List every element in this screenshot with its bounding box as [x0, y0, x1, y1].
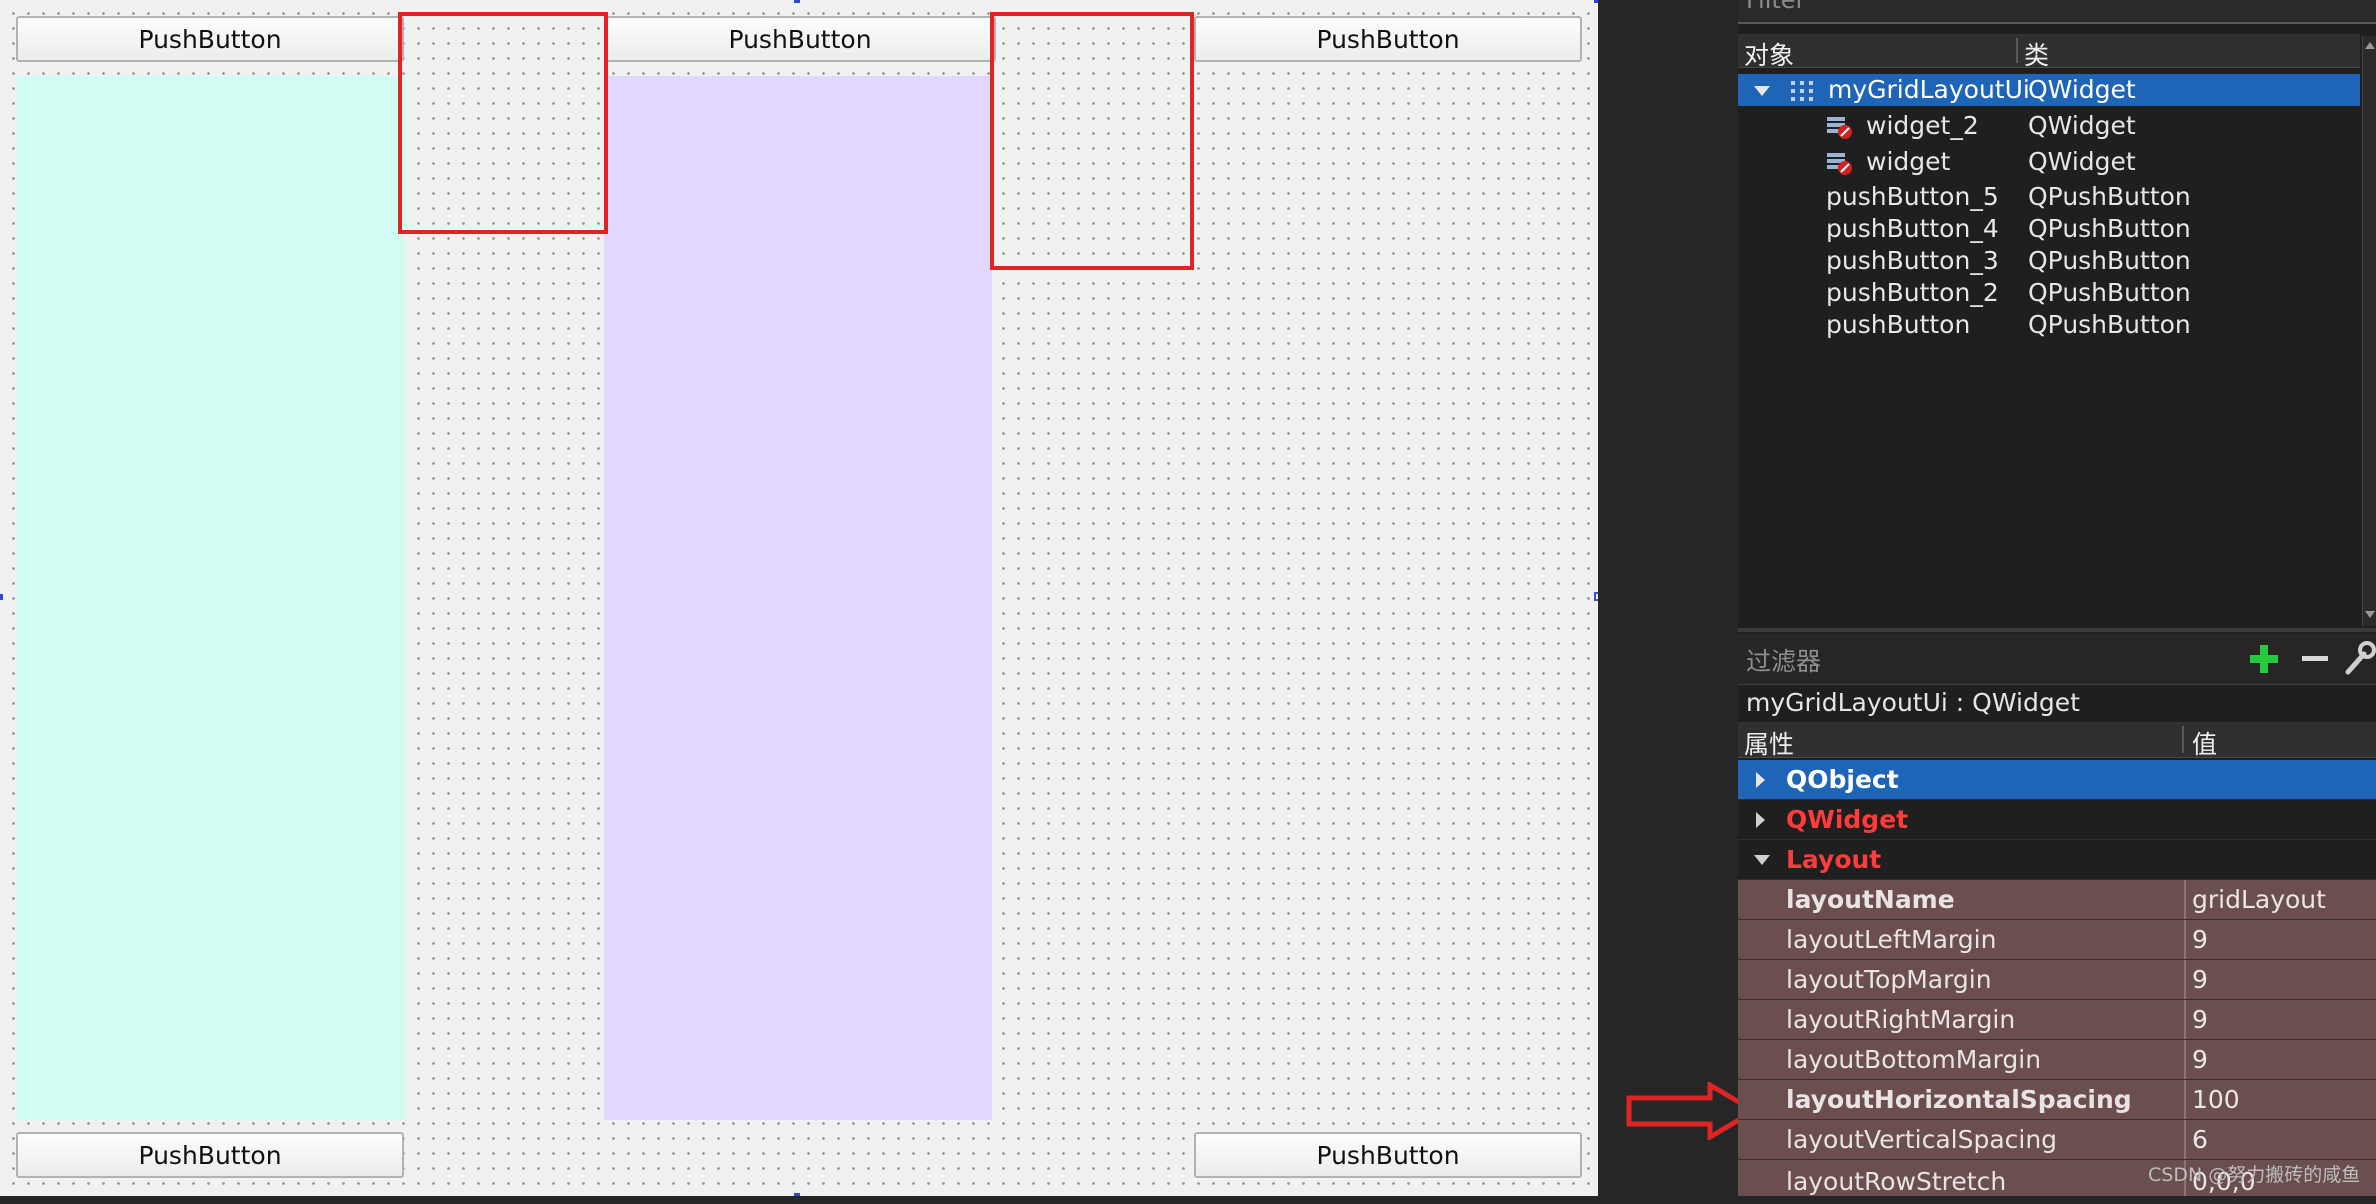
- property-value[interactable]: gridLayout: [2192, 880, 2326, 920]
- header-property[interactable]: 属性: [1744, 725, 1794, 761]
- tree-name: pushButton_4: [1826, 214, 1999, 243]
- panel-splitter[interactable]: [1738, 628, 2376, 632]
- push-button-bottom-right[interactable]: PushButton: [1194, 1132, 1582, 1178]
- property-name: layoutRowStretch: [1786, 1167, 2007, 1196]
- remove-property-icon[interactable]: [2294, 638, 2334, 680]
- designer-dock: Filter 对象 类 myGridLayoutUi QWidget widge…: [1738, 0, 2376, 1196]
- tree-row-widget_2[interactable]: widget_2 QWidget: [1738, 110, 2360, 142]
- tree-class: QPushButton: [2028, 246, 2191, 275]
- property-name: layoutRightMargin: [1786, 1005, 2016, 1034]
- grid-layout-icon: [1791, 81, 1813, 101]
- group-qobject[interactable]: QObject: [1738, 760, 2376, 800]
- push-button-top-middle[interactable]: PushButton: [604, 16, 996, 62]
- group-label: QObject: [1786, 765, 1899, 794]
- property-row-layoutRightMargin[interactable]: layoutRightMargin 9: [1738, 1000, 2376, 1040]
- property-editor-header: 属性 值: [1738, 722, 2376, 761]
- tree-class: QWidget: [2028, 111, 2136, 140]
- tree-name: widget_2: [1866, 111, 1979, 140]
- tree-name: pushButton: [1826, 310, 1971, 339]
- push-button-top-left[interactable]: PushButton: [16, 16, 404, 62]
- property-name: layoutVerticalSpacing: [1786, 1125, 2058, 1154]
- tree-class: QWidget: [2028, 75, 2136, 104]
- property-row-layoutLeftMargin[interactable]: layoutLeftMargin 9: [1738, 920, 2376, 960]
- property-row-layoutTopMargin[interactable]: layoutTopMargin 9: [1738, 960, 2376, 1000]
- group-label: Layout: [1786, 845, 1882, 874]
- tree-row-pushButton_2[interactable]: pushButton_2 QPushButton: [1738, 277, 2360, 309]
- tree-name: myGridLayoutUi: [1828, 75, 2030, 104]
- tree-name: pushButton_2: [1826, 278, 1999, 307]
- tree-name: widget: [1866, 147, 1951, 176]
- property-row-layoutBottomMargin[interactable]: layoutBottomMargin 9: [1738, 1040, 2376, 1080]
- property-name: layoutHorizontalSpacing: [1786, 1085, 2132, 1114]
- property-name: layoutBottomMargin: [1786, 1045, 2042, 1074]
- property-value[interactable]: 9: [2192, 1000, 2208, 1040]
- property-name: layoutName: [1786, 885, 1955, 914]
- tree-class: QPushButton: [2028, 278, 2191, 307]
- expand-arrow-icon[interactable]: [1756, 812, 1765, 828]
- tree-name: pushButton_5: [1826, 182, 1999, 211]
- tree-row-pushButton_5[interactable]: pushButton_5 QPushButton: [1738, 181, 2360, 213]
- resize-handle-left[interactable]: [0, 594, 3, 600]
- property-value[interactable]: 6: [2192, 1120, 2208, 1160]
- property-value[interactable]: 9: [2192, 1040, 2208, 1080]
- object-filter-input[interactable]: Filter: [1738, 0, 2376, 24]
- property-filter-bar: 过滤器: [1738, 634, 2376, 685]
- header-value[interactable]: 值: [2192, 725, 2217, 761]
- widget-broken-layout-icon: [1827, 153, 1852, 175]
- expand-arrow-icon[interactable]: [1756, 772, 1765, 788]
- group-qwidget[interactable]: QWidget: [1738, 800, 2376, 840]
- property-row-layoutName[interactable]: layoutName gridLayout: [1738, 880, 2376, 920]
- collapse-arrow-icon[interactable]: [1754, 855, 1770, 865]
- object-tree-scrollbar[interactable]: [2362, 36, 2376, 626]
- tree-row-pushButton_4[interactable]: pushButton_4 QPushButton: [1738, 213, 2360, 245]
- push-button-top-right[interactable]: PushButton: [1194, 16, 1582, 62]
- scroll-up-icon[interactable]: [2365, 42, 2375, 49]
- group-label: QWidget: [1786, 805, 1909, 834]
- resize-handle-top[interactable]: [794, 0, 800, 3]
- scroll-down-icon[interactable]: [2365, 611, 2375, 618]
- tree-row-pushButton[interactable]: pushButton QPushButton: [1738, 309, 2360, 341]
- tree-class: QPushButton: [2028, 310, 2191, 339]
- push-button-bottom-left[interactable]: PushButton: [16, 1132, 404, 1178]
- selected-object-caption: myGridLayoutUi : QWidget: [1746, 688, 2080, 717]
- property-row-layoutVerticalSpacing[interactable]: layoutVerticalSpacing 6: [1738, 1120, 2376, 1160]
- property-name: layoutTopMargin: [1786, 965, 1992, 994]
- property-value[interactable]: 100: [2192, 1080, 2240, 1120]
- widget-left-panel[interactable]: [17, 76, 405, 1120]
- property-value[interactable]: 9: [2192, 960, 2208, 1000]
- property-name: layoutLeftMargin: [1786, 925, 1997, 954]
- property-value[interactable]: 9: [2192, 920, 2208, 960]
- tree-class: QWidget: [2028, 147, 2136, 176]
- designer-canvas[interactable]: PushButton PushButton PushButton PushBut…: [0, 0, 1603, 1196]
- widget-middle-panel[interactable]: [604, 76, 992, 1120]
- tree-class: QPushButton: [2028, 214, 2191, 243]
- add-property-icon[interactable]: [2242, 638, 2286, 680]
- spacing-highlight-box-2: [990, 12, 1194, 270]
- object-inspector-header: 对象 类: [1738, 34, 2360, 70]
- spacing-highlight-box-1: [398, 12, 608, 234]
- property-filter-input[interactable]: 过滤器: [1746, 642, 1821, 678]
- tree-class: QPushButton: [2028, 182, 2191, 211]
- tree-row-widget[interactable]: widget QWidget: [1738, 146, 2360, 178]
- widget-broken-layout-icon: [1827, 117, 1852, 139]
- tree-name: pushButton_3: [1826, 246, 1999, 275]
- tree-row-pushButton_3[interactable]: pushButton_3 QPushButton: [1738, 245, 2360, 277]
- property-row-layoutHorizontalSpacing[interactable]: layoutHorizontalSpacing 100: [1738, 1080, 2376, 1120]
- header-class[interactable]: 类: [2024, 36, 2049, 72]
- header-object[interactable]: 对象: [1744, 36, 1794, 72]
- configure-wrench-icon[interactable]: [2342, 638, 2376, 680]
- object-filter-placeholder: Filter: [1746, 0, 1806, 14]
- collapse-arrow-icon[interactable]: [1754, 86, 1770, 96]
- canvas-gutter: [1598, 0, 1738, 1196]
- tree-row-myGridLayoutUi[interactable]: myGridLayoutUi QWidget: [1738, 74, 2360, 106]
- watermark-text: CSDN @努力搬砖的咸鱼: [2148, 1164, 2361, 1186]
- group-layout[interactable]: Layout: [1738, 840, 2376, 880]
